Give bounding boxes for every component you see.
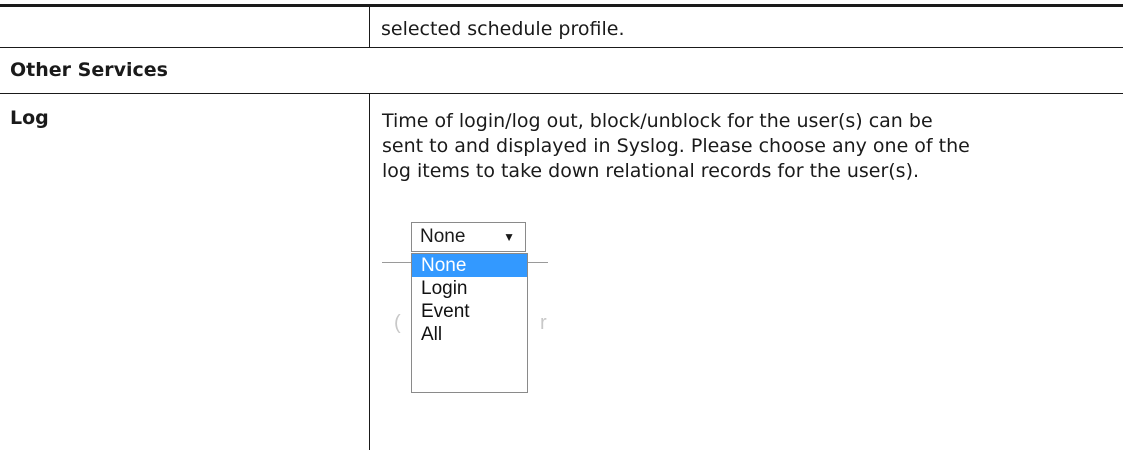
background-divider-right [528, 262, 548, 263]
column-divider-log [369, 94, 370, 450]
log-option-login[interactable]: Login [412, 277, 527, 300]
background-bracket-right: r [540, 312, 547, 334]
table-top-border [0, 4, 1123, 7]
row-separator-1 [0, 47, 1123, 48]
log-option-none[interactable]: None [412, 254, 527, 277]
section-title-other-services: Other Services [10, 59, 168, 81]
background-bracket-left: ( [394, 312, 401, 334]
log-description: Time of login/log out, block/unblock for… [382, 110, 970, 182]
log-label: Log [10, 107, 49, 129]
column-divider-top [369, 5, 370, 47]
log-option-event[interactable]: Event [412, 300, 527, 323]
log-select-options: None Login Event All [411, 253, 528, 393]
log-select-value: None [420, 226, 466, 247]
log-option-all[interactable]: All [412, 323, 527, 346]
background-divider-left [382, 262, 412, 263]
log-select[interactable]: None ▼ [411, 222, 526, 252]
dropdown-arrow-icon: ▼ [503, 230, 515, 244]
row-separator-2 [0, 93, 1123, 94]
schedule-description-tail: selected schedule profile. [381, 18, 625, 40]
